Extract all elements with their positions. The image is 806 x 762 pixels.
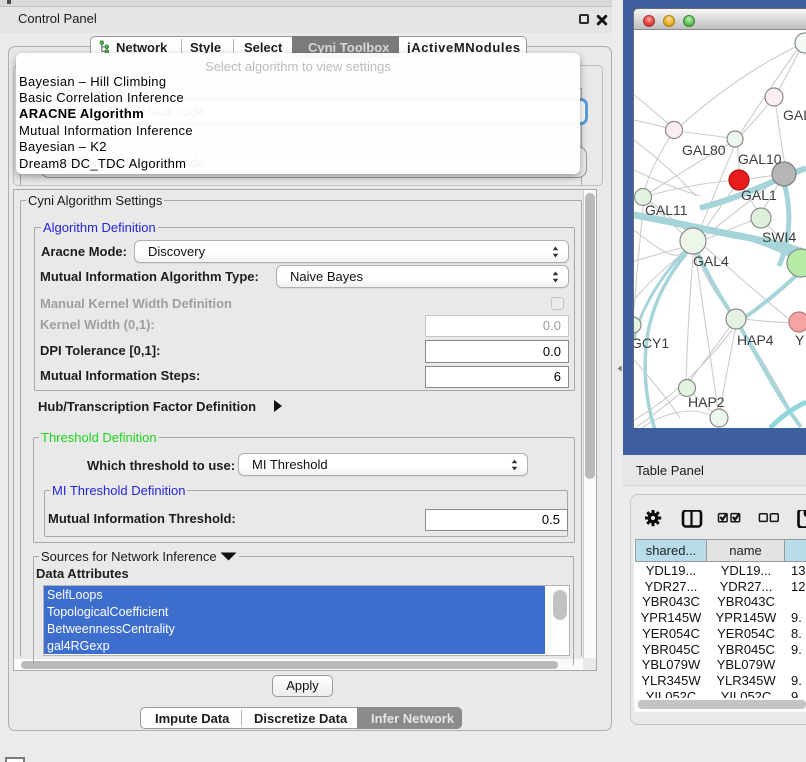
- svg-text:GAL80: GAL80: [682, 142, 726, 158]
- svg-text:SWI4: SWI4: [762, 229, 796, 245]
- svg-text:GAL11: GAL11: [645, 202, 688, 218]
- svg-text:GAL1: GAL1: [741, 187, 777, 203]
- svg-text:GAL4: GAL4: [693, 253, 729, 269]
- svg-text:GAL: GAL: [783, 107, 806, 123]
- svg-text:HAP4: HAP4: [737, 332, 774, 348]
- svg-text:GCY1: GCY1: [634, 335, 669, 351]
- svg-text:HAP2: HAP2: [688, 394, 725, 410]
- svg-text:GAL10: GAL10: [738, 151, 782, 167]
- svg-text:Y: Y: [795, 332, 805, 348]
